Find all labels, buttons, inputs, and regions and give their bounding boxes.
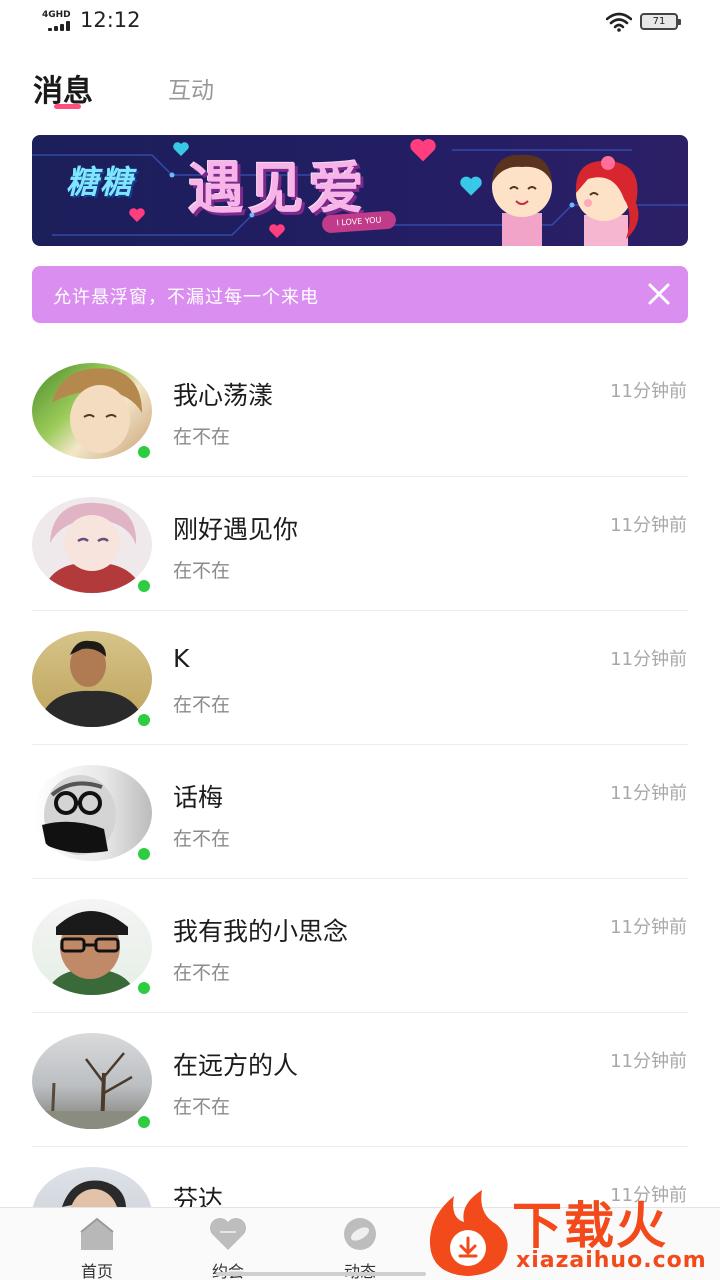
- nav-home[interactable]: 首页: [37, 1208, 157, 1280]
- message-time: 11分钟前: [610, 381, 687, 402]
- last-message: 在不在: [173, 1096, 231, 1118]
- home-icon: [80, 1217, 114, 1250]
- avatar[interactable]: [32, 1033, 152, 1129]
- conversation-row[interactable]: 我心荡漾 在不在 11分钟前: [0, 343, 720, 477]
- last-message: 在不在: [173, 560, 231, 582]
- top-tabs: 消息 互动: [0, 60, 720, 120]
- avatar[interactable]: [32, 497, 152, 593]
- avatar[interactable]: [32, 1167, 152, 1207]
- nav-label: 动态: [343, 1262, 376, 1280]
- signal-icon: [48, 21, 74, 31]
- online-status-dot: [136, 444, 152, 460]
- online-status-dot: [136, 712, 152, 728]
- conversation-row[interactable]: 刚好遇见你 在不在 11分钟前: [0, 477, 720, 611]
- last-message: 在不在: [173, 426, 231, 448]
- contact-name: 在远方的人: [173, 1051, 299, 1080]
- nav-label: 约会: [211, 1262, 244, 1280]
- avatar[interactable]: [32, 899, 152, 995]
- contact-name: K: [173, 644, 190, 673]
- nav-dating[interactable]: 约会: [168, 1208, 288, 1280]
- online-status-dot: [136, 980, 152, 996]
- avatar[interactable]: [32, 631, 152, 727]
- couple-illustration: [492, 154, 639, 246]
- last-message: 在不在: [173, 694, 231, 716]
- conversation-row[interactable]: 我有我的小思念 在不在 11分钟前: [0, 879, 720, 1013]
- avatar[interactable]: [32, 363, 152, 459]
- last-message: 在不在: [173, 962, 231, 984]
- conversation-row[interactable]: 在远方的人 在不在 11分钟前: [0, 1013, 720, 1147]
- wifi-icon: [606, 12, 632, 32]
- contact-name: 芬达: [173, 1185, 224, 1207]
- message-time: 11分钟前: [610, 783, 687, 804]
- moments-icon: [344, 1218, 376, 1250]
- tab-interactions[interactable]: 互动: [168, 71, 214, 105]
- conversation-list: 我心荡漾 在不在 11分钟前 刚好遇见你 在不在 11分钟前 K 在不在 11分…: [0, 343, 720, 1207]
- promo-banner[interactable]: 糖糖 遇见爱 I LOVE YOU: [32, 135, 688, 246]
- conversation-row[interactable]: 话梅 在不在 11分钟前: [0, 745, 720, 879]
- home-indicator[interactable]: [216, 1272, 426, 1276]
- active-tab-indicator: [54, 104, 81, 109]
- online-status-dot: [136, 1114, 152, 1130]
- heart-icon: [460, 176, 482, 196]
- heart-icon: [410, 138, 436, 162]
- online-status-dot: [136, 578, 152, 594]
- contact-name: 刚好遇见你: [173, 515, 299, 544]
- clock: 12:12: [80, 8, 141, 32]
- watermark: 下载火 xiazaihuo.com: [424, 1186, 720, 1280]
- banner-brand: 糖糖: [66, 163, 135, 201]
- contact-name: 话梅: [173, 783, 224, 812]
- notice-text: 允许悬浮窗，不漏过每一个来电: [53, 287, 319, 308]
- online-status-dot: [136, 846, 152, 862]
- network-type: 4GHD: [42, 10, 71, 20]
- watermark-logo: [429, 1190, 508, 1276]
- message-time: 11分钟前: [610, 649, 687, 670]
- heart-icon: [129, 208, 145, 222]
- nav-label: 首页: [80, 1262, 113, 1280]
- nav-moments[interactable]: 动态: [300, 1208, 420, 1280]
- message-time: 11分钟前: [610, 515, 687, 536]
- watermark-url: xiazaihuo.com: [516, 1248, 707, 1273]
- floating-window-notice[interactable]: 允许悬浮窗，不漏过每一个来电: [32, 266, 688, 323]
- status-bar: 4GHD 12:12 71: [0, 0, 720, 44]
- heart-icon: [269, 224, 285, 238]
- battery-icon: 71: [640, 13, 681, 30]
- contact-name: 我心荡漾: [173, 381, 274, 410]
- avatar[interactable]: [32, 765, 152, 861]
- message-time: 11分钟前: [610, 1051, 687, 1072]
- close-icon[interactable]: [644, 279, 674, 309]
- contact-name: 我有我的小思念: [173, 917, 349, 946]
- heart-icon: [210, 1218, 246, 1250]
- last-message: 在不在: [173, 828, 231, 850]
- message-time: 11分钟前: [610, 917, 687, 938]
- conversation-row[interactable]: K 在不在 11分钟前: [0, 611, 720, 745]
